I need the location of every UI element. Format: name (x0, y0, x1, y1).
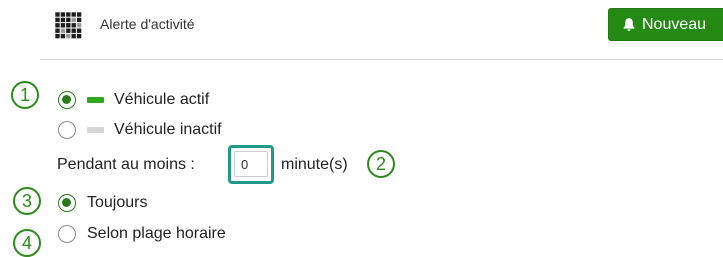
new-alert-button[interactable]: Nouveau (608, 8, 723, 41)
minutes-input[interactable] (234, 151, 268, 177)
callout-4: 4 (13, 229, 41, 257)
radio-vehicle-inactive[interactable] (58, 121, 76, 139)
label-vehicle-active[interactable]: Véhicule actif (114, 90, 209, 110)
bell-icon (623, 18, 635, 32)
page-title: Alerte d'activité (100, 16, 195, 32)
radio-vehicle-active[interactable] (58, 91, 76, 109)
callout-3: 3 (13, 187, 41, 215)
header-divider (40, 59, 723, 60)
label-time-range[interactable]: Selon plage horaire (87, 224, 226, 244)
label-always[interactable]: Toujours (87, 193, 147, 213)
callout-1: 1 (11, 81, 39, 109)
new-button-label: Nouveau (642, 16, 707, 33)
active-color-swatch (87, 97, 104, 103)
inactive-color-swatch (87, 127, 104, 133)
duration-prefix-label: Pendant au moins : (57, 156, 195, 173)
radio-always[interactable] (58, 194, 76, 212)
label-vehicle-inactive[interactable]: Véhicule inactif (114, 120, 222, 140)
minutes-unit-label: minute(s) (281, 156, 348, 173)
grid-icon (55, 12, 82, 39)
radio-time-range[interactable] (58, 225, 76, 243)
callout-2: 2 (367, 150, 395, 178)
